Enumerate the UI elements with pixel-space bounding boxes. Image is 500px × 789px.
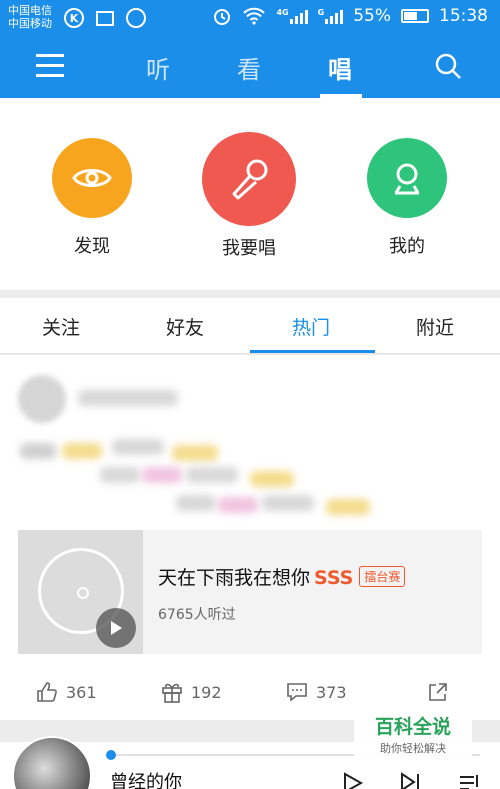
carrier-labels: 中国电信 中国移动: [8, 4, 52, 30]
playlist-icon[interactable]: [458, 772, 482, 789]
watermark: 百科全说 助你轻松解决: [354, 714, 472, 762]
wifi-icon: [243, 7, 266, 25]
signal-g: G: [318, 8, 344, 24]
song-title: 天在下雨我在想你: [158, 567, 311, 589]
feature-discover[interactable]: 发现: [32, 138, 152, 258]
tab-hot[interactable]: 热门: [292, 313, 330, 340]
status-right: 4G G 55% 15:38: [212, 6, 488, 26]
gift-count: 192: [191, 682, 222, 702]
blurred-text: [142, 467, 182, 483]
battery-icon: [401, 9, 429, 23]
player-cover[interactable]: [12, 736, 92, 789]
comment-icon: [287, 683, 307, 702]
image-icon: [96, 11, 114, 26]
clock: 15:38: [439, 6, 488, 26]
k-app-icon: K: [64, 8, 84, 28]
app-notification-icon: [126, 8, 146, 28]
blurred-text: [172, 445, 218, 461]
song-card[interactable]: 天在下雨我在想你 SSS 擂台赛 6765人听过: [18, 530, 482, 654]
microphone-icon: [232, 159, 268, 200]
battery-percent: 55%: [353, 6, 391, 26]
song-grade: SSS: [314, 567, 354, 589]
play-icon[interactable]: [342, 772, 364, 789]
comment-count: 373: [316, 682, 347, 702]
thumbs-up-icon: [37, 682, 57, 702]
gift-icon: [162, 683, 182, 703]
user-icon: [394, 163, 420, 195]
notification-icons: K: [64, 8, 146, 28]
blurred-text: [112, 439, 164, 455]
feature-mine[interactable]: 我的: [347, 138, 467, 258]
like-button[interactable]: 361: [36, 681, 97, 703]
active-subtab-indicator: [250, 350, 375, 353]
signal-icon: [325, 8, 344, 24]
progress-knob[interactable]: [106, 750, 116, 760]
blurred-text: [326, 499, 370, 515]
blurred-text: [218, 497, 258, 513]
comment-button[interactable]: 373: [286, 681, 347, 703]
tab-watch[interactable]: 看: [237, 50, 261, 85]
signal-4g: 4G: [276, 8, 308, 24]
like-count: 361: [66, 682, 97, 702]
signal-icon: [289, 8, 308, 24]
gift-button[interactable]: 192: [161, 681, 222, 703]
tab-friends[interactable]: 好友: [166, 313, 204, 340]
blurred-username: [78, 390, 178, 406]
blurred-text: [100, 467, 140, 483]
mine-circle[interactable]: [367, 138, 447, 218]
eye-icon: [72, 169, 112, 187]
watermark-subtitle: 助你轻松解决: [380, 742, 446, 755]
tab-listen[interactable]: 听: [146, 50, 170, 85]
tab-follow[interactable]: 关注: [42, 313, 80, 340]
tab-nearby[interactable]: 附近: [416, 313, 454, 340]
song-title-row: 天在下雨我在想你 SSS 擂台赛: [158, 563, 406, 590]
blurred-text: [20, 443, 56, 459]
menu-icon[interactable]: [36, 54, 64, 77]
share-icon: [429, 683, 447, 701]
blurred-text: [250, 471, 294, 487]
search-icon[interactable]: [434, 52, 462, 80]
share-button[interactable]: [427, 681, 449, 703]
status-bar: 中国电信 中国移动 K 4G G 55% 15:38: [0, 0, 500, 36]
carrier-1: 中国电信: [8, 4, 52, 17]
network-g-label: G: [317, 8, 325, 17]
sing-label: 我要唱: [222, 238, 276, 259]
play-icon: [111, 621, 122, 635]
song-cover: [18, 530, 143, 654]
feature-sing[interactable]: 我要唱: [189, 132, 309, 260]
post-actions: 361 192 373: [0, 673, 500, 713]
blurred-text: [186, 467, 238, 483]
network-4g-label: 4G: [276, 8, 289, 17]
blurred-text: [262, 495, 314, 511]
blurred-text: [176, 495, 216, 511]
feature-shortcuts: 发现 我要唱 我的: [0, 98, 500, 290]
contest-badge: 擂台赛: [359, 566, 406, 587]
blurred-text: [62, 443, 102, 459]
sing-circle[interactable]: [202, 132, 296, 226]
watermark-title: 百科全说: [374, 716, 451, 738]
now-playing-title: 曾经的你: [110, 772, 182, 789]
next-icon[interactable]: [400, 772, 422, 789]
top-nav: 听 看 唱: [0, 36, 500, 98]
alarm-icon: [214, 9, 231, 25]
feed-post: 天在下雨我在想你 SSS 擂台赛 6765人听过 361 192 373: [0, 355, 500, 720]
mine-label: 我的: [389, 236, 425, 257]
discover-label: 发现: [74, 236, 110, 257]
play-button[interactable]: [96, 608, 136, 648]
listen-count: 6765人听过: [158, 607, 236, 623]
tab-sing[interactable]: 唱: [328, 50, 352, 85]
feed-tabs: 关注 好友 热门 附近: [0, 298, 500, 354]
blurred-avatar: [18, 375, 66, 423]
carrier-2: 中国移动: [8, 17, 52, 30]
discover-circle[interactable]: [52, 138, 132, 218]
